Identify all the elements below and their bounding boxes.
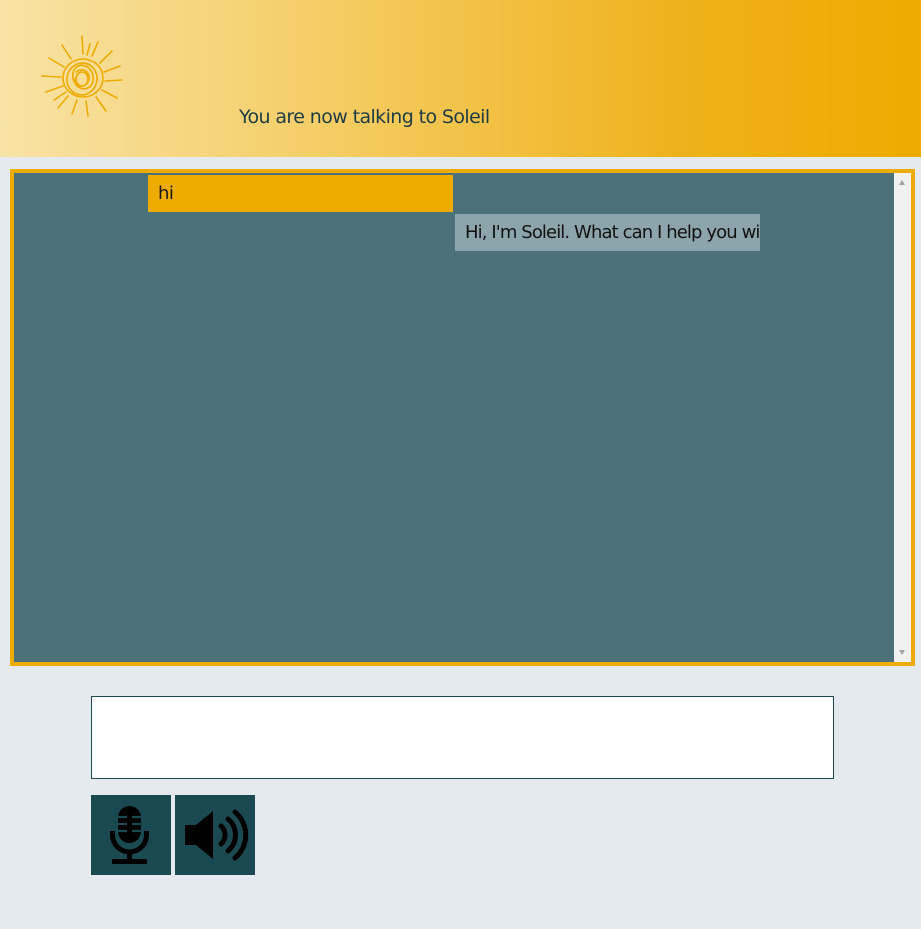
speaker-volume-icon: [185, 809, 249, 861]
bot-message: Hi, I'm Soleil. What can I help you with…: [455, 214, 760, 251]
message-input[interactable]: [91, 696, 834, 779]
microphone-button[interactable]: [91, 795, 171, 875]
chat-scrollbar[interactable]: [894, 173, 911, 662]
header: You are now talking to Soleil: [0, 0, 921, 157]
page-title: You are now talking to Soleil: [239, 106, 490, 128]
scroll-down-arrow-icon[interactable]: [899, 650, 905, 655]
chat-messages: hi Hi, I'm Soleil. What can I help you w…: [14, 173, 894, 662]
speaker-button[interactable]: [175, 795, 255, 875]
scroll-up-arrow-icon[interactable]: [899, 180, 905, 185]
chat-window: hi Hi, I'm Soleil. What can I help you w…: [10, 169, 915, 666]
sun-logo-icon: [41, 35, 123, 117]
user-message: hi: [148, 175, 453, 212]
microphone-icon: [110, 806, 149, 864]
